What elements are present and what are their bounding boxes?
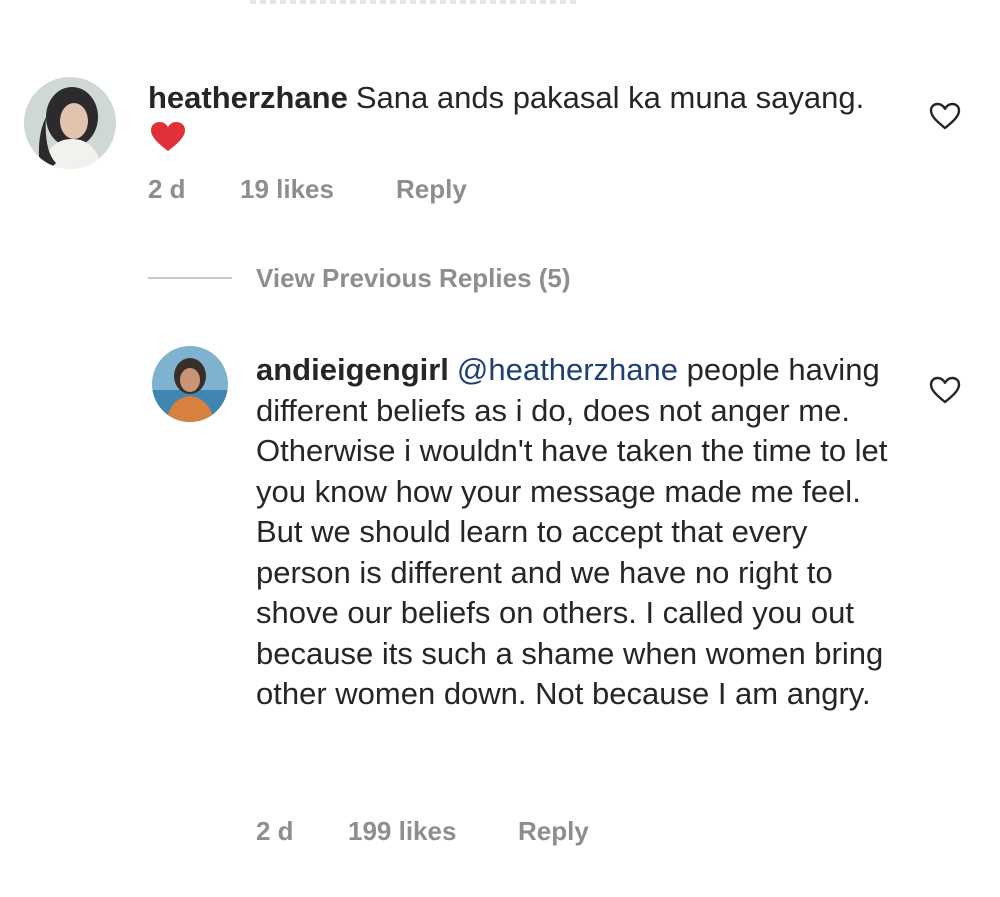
comment-username[interactable]: heatherzhane [148,80,348,115]
replies-divider-line [148,277,232,279]
avatar-photo-icon [24,77,116,169]
comment-body: andieigengirl @heatherzhane people having… [256,350,896,715]
comment-likes[interactable]: 19 likes [240,174,396,205]
heart-outline-icon[interactable] [928,375,962,405]
comment-age: 2 d [256,816,294,846]
avatar-heatherzhane[interactable] [24,77,116,169]
avatar-andieigengirl[interactable] [152,346,228,422]
comment-likes[interactable]: 199 likes [348,816,518,847]
reply-button[interactable]: Reply [396,174,467,205]
mention-link[interactable]: @heatherzhane [457,352,678,387]
comment-text: Sana ands pakasal ka muna sayang. [355,80,865,115]
avatar-photo-icon [152,346,228,422]
comment-username[interactable]: andieigengirl [256,352,449,387]
heart-outline-icon[interactable] [928,101,962,131]
reply-button[interactable]: Reply [518,816,589,847]
comment-text: people having different beliefs as i do,… [256,352,888,711]
view-previous-replies-label: View Previous Replies (5) [256,262,571,293]
comment-meta: 2 d 19 likes Reply [148,174,467,205]
comment-body: heatherzhane Sana ands pakasal ka muna sa… [148,78,868,159]
comment-meta: 2 d 199 likes Reply [256,816,589,847]
red-heart-emoji-icon [151,121,185,151]
comment-age: 2 d [148,174,186,204]
view-previous-replies-button[interactable]: View Previous Replies (5) [148,258,571,298]
previous-comment-fragment [250,0,580,4]
